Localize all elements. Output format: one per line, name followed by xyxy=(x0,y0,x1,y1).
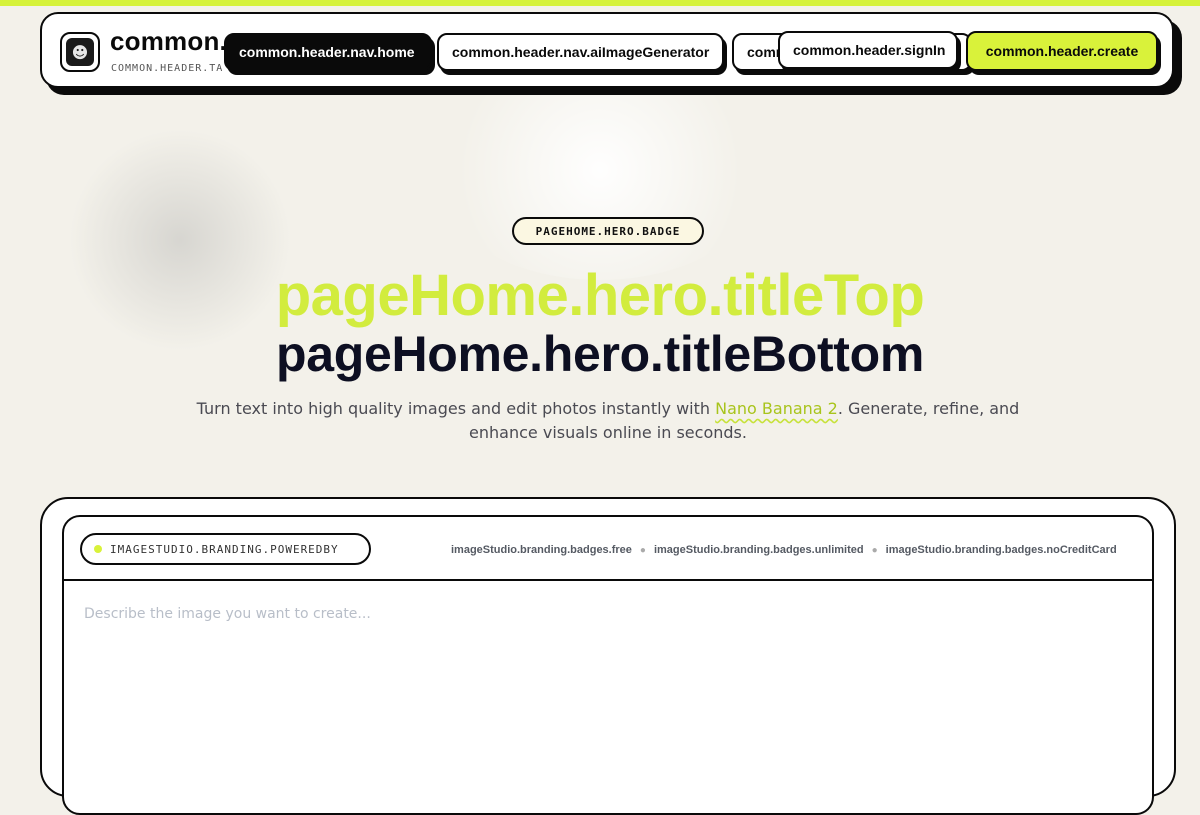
hero-subtitle: Turn text into high quality images and e… xyxy=(170,397,1046,445)
hero-subtitle-model-link[interactable]: Nano Banana 2 xyxy=(715,399,838,418)
separator-dot-icon: ● xyxy=(871,544,878,556)
create-button[interactable]: common.header.create xyxy=(966,31,1158,71)
prompt-input[interactable] xyxy=(64,583,1152,750)
brand-tagline: COMMON.HEADER.TA xyxy=(111,63,224,74)
powered-by-label: IMAGESTUDIO.BRANDING.POWEREDBY xyxy=(110,542,339,556)
sign-in-button[interactable]: common.header.signIn xyxy=(778,31,958,69)
status-dot-icon xyxy=(94,545,102,553)
face-portrait-icon: ☻ xyxy=(66,38,94,66)
hero-title-top: pageHome.hero.titleTop xyxy=(275,263,925,328)
separator-dot-icon: ● xyxy=(639,544,646,556)
powered-by-badge: IMAGESTUDIO.BRANDING.POWEREDBY xyxy=(80,533,371,565)
logo[interactable]: ☻ xyxy=(60,32,100,72)
nav-item-ai-image-generator[interactable]: common.header.nav.aiImageGenerator xyxy=(437,33,724,71)
brand-name[interactable]: common. xyxy=(110,26,227,57)
hero-badge: PAGEHOME.HERO.BADGE xyxy=(512,217,704,245)
badge-unlimited: imageStudio.branding.badges.unlimited xyxy=(653,544,864,556)
badge-free: imageStudio.branding.badges.free xyxy=(451,544,632,556)
feature-badges: imageStudio.branding.badges.free ● image… xyxy=(451,540,1141,560)
hero-title-bottom: pageHome.hero.titleBottom xyxy=(275,326,925,382)
hero-subtitle-before: Turn text into high quality images and e… xyxy=(196,399,716,418)
top-accent-bar xyxy=(0,0,1200,6)
nav-item-home[interactable]: common.header.nav.home xyxy=(224,33,432,71)
badge-no-credit-card: imageStudio.branding.badges.noCreditCard xyxy=(885,544,1117,556)
